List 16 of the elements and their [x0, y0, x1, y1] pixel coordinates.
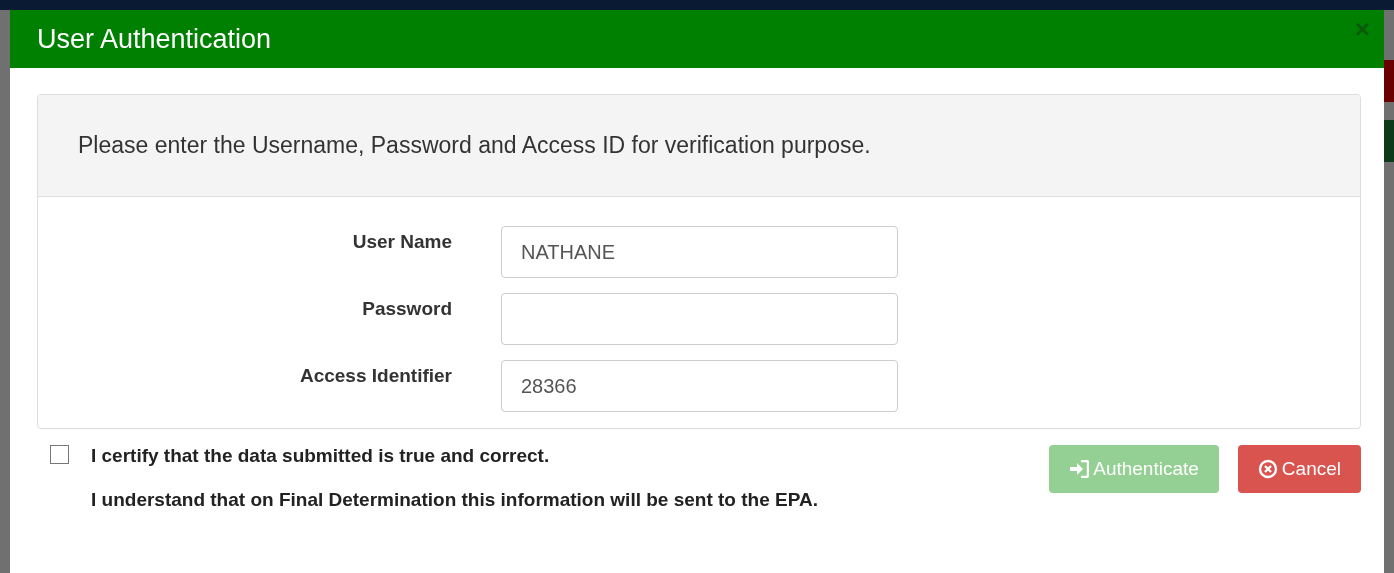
certify-checkbox[interactable]: [50, 445, 69, 464]
field-label: Access Identifier: [298, 364, 452, 387]
background-bar: [1384, 120, 1394, 162]
input-field[interactable]: NATHANE: [501, 226, 898, 278]
input-field[interactable]: 28366: [501, 360, 898, 412]
sign-in-icon: [1069, 460, 1090, 478]
field-label: User Name: [351, 230, 452, 253]
certify-text: I certify that the data submitted is true and correct.: [91, 445, 550, 467]
dialog-title: User Authentication: [37, 23, 272, 55]
instructions-text: Please enter the Username, Password and Access ID for verification purpose.: [78, 132, 871, 159]
cancel-button[interactable]: Cancel: [1237, 445, 1361, 493]
close-circle-icon: [1257, 459, 1278, 479]
notice-text: I understand that on Final Determination this information will be sent to the EPA.: [90, 489, 818, 511]
input-field[interactable]: [501, 293, 898, 345]
field-label: Password: [361, 297, 452, 320]
background-bar: [1384, 60, 1394, 102]
